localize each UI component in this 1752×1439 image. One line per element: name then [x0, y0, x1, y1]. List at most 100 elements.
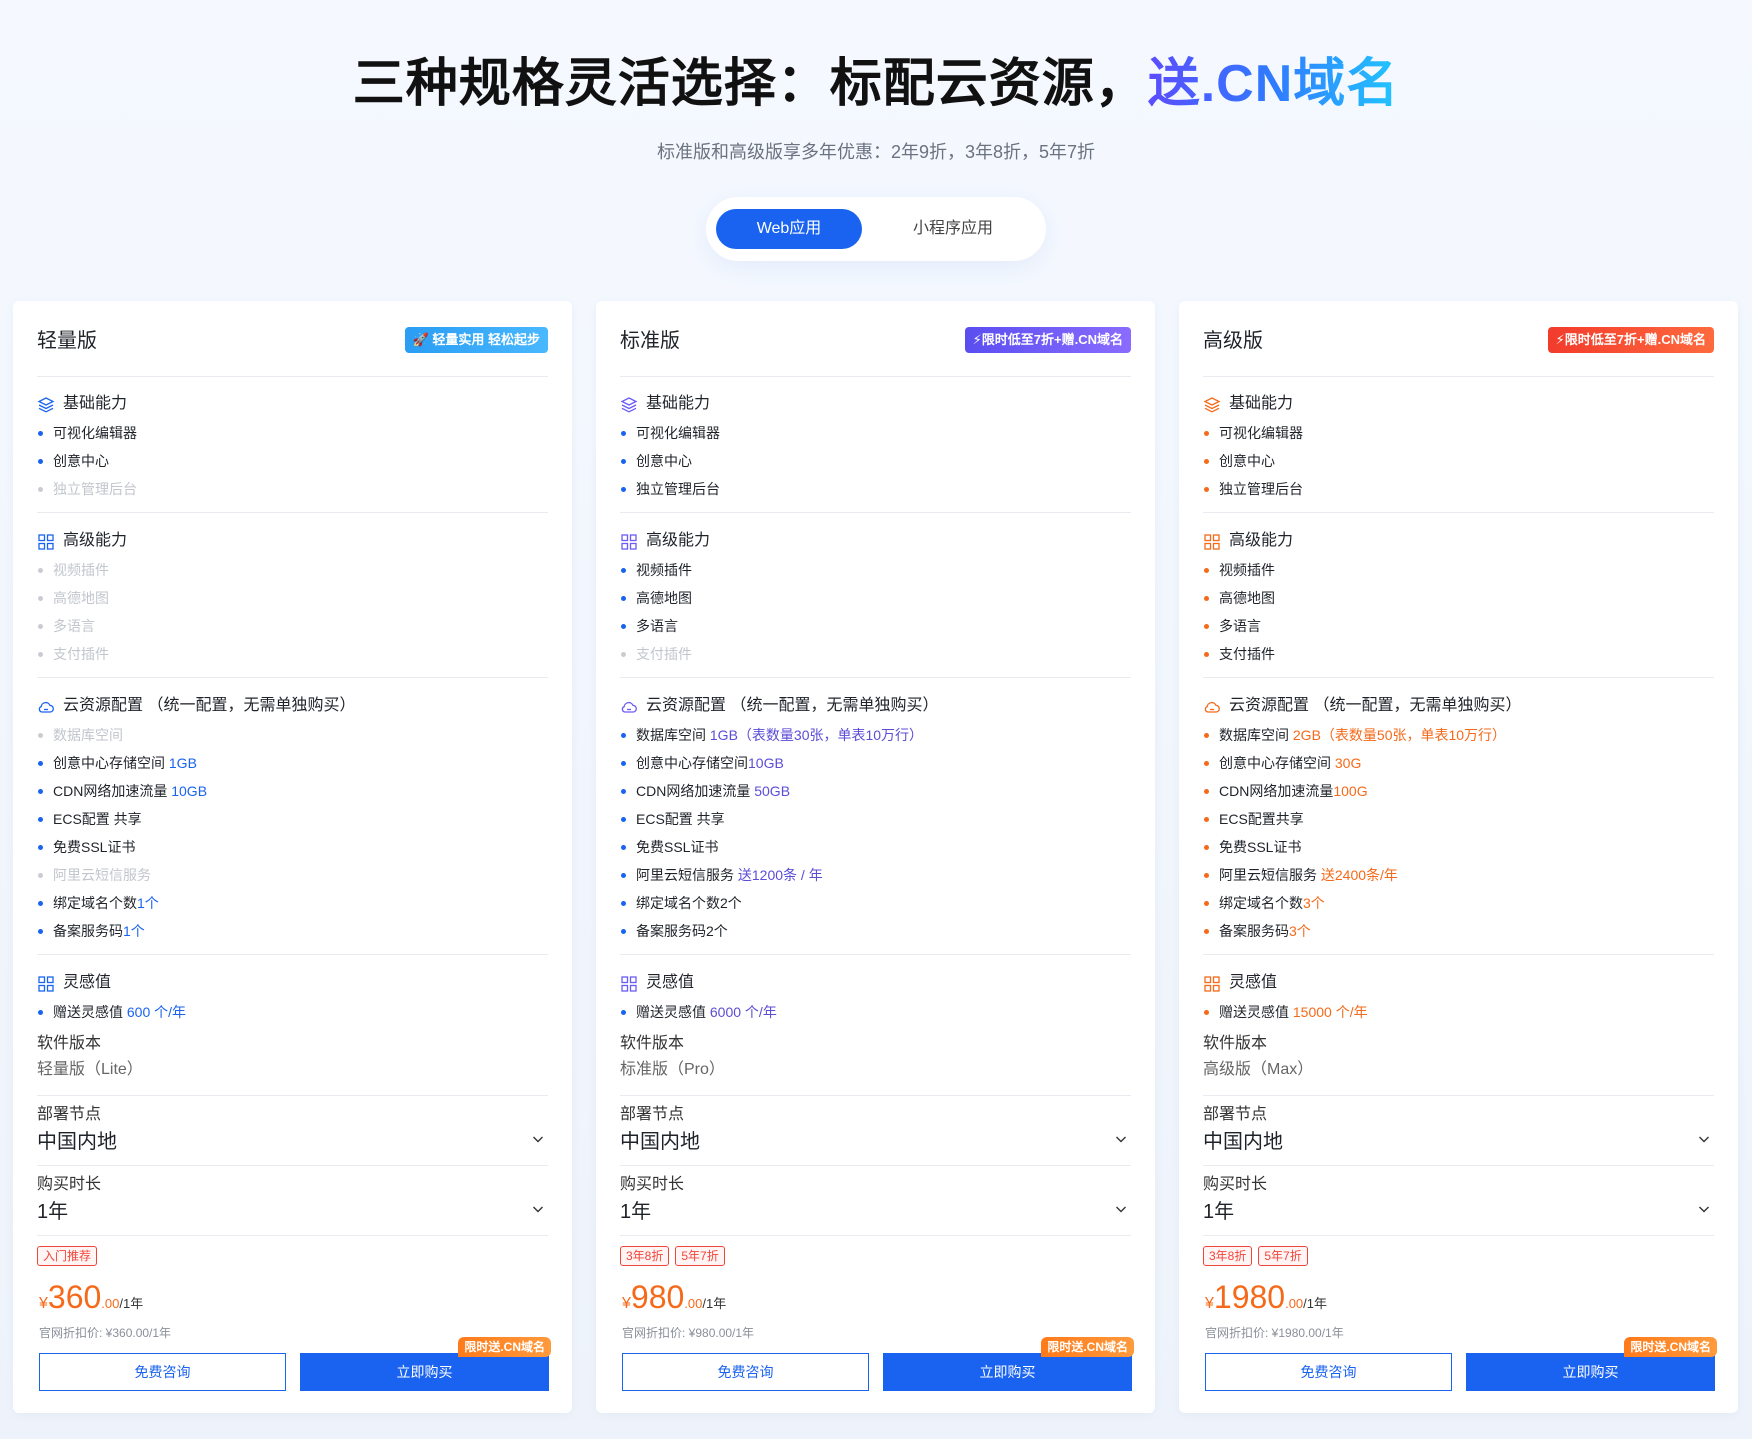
- plan-card: 轻量版 🚀 轻量实用 轻松起步 基础能力 可视化编辑器 创意中心 独立管理后台 高级…: [13, 301, 572, 1413]
- feature-item: 创意中心: [620, 447, 1131, 475]
- feature-item: ECS配置 共享: [37, 805, 548, 833]
- feature-item: 支付插件: [37, 640, 548, 668]
- feature-item: 赠送灵感值 15000 个/年: [1203, 998, 1714, 1026]
- chevron-down-icon[interactable]: [1698, 1132, 1710, 1144]
- duration-label: 购买时长: [1203, 1176, 1268, 1193]
- chevron-down-icon[interactable]: [1115, 1202, 1127, 1214]
- divider: [620, 677, 1131, 678]
- tab-web-app[interactable]: Web应用: [716, 209, 862, 249]
- section-title: 灵感值: [646, 974, 695, 991]
- feature-item: 阿里云短信服务: [37, 861, 548, 889]
- chevron-down-icon[interactable]: [532, 1132, 544, 1144]
- free-consult-button[interactable]: 免费咨询: [39, 1353, 286, 1391]
- feature-item: 视频插件: [1203, 556, 1714, 584]
- discount-badge: 入门推荐: [37, 1246, 98, 1266]
- tab-mini-program[interactable]: 小程序应用: [880, 209, 1026, 249]
- app-type-switch: Web应用 小程序应用: [706, 197, 1046, 261]
- duration-select[interactable]: 购买时长 1年: [620, 1166, 1131, 1236]
- feature-item: 赠送灵感值 600 个/年: [37, 998, 548, 1026]
- price: ¥1980.00/1年: [1205, 1279, 1328, 1315]
- basic-section: 基础能力 可视化编辑器 创意中心 独立管理后台: [1203, 389, 1714, 503]
- version-value: 高级版（Max）: [1203, 1061, 1314, 1078]
- grid-icon: [620, 532, 638, 550]
- feature-item: 阿里云短信服务 送2400条/年: [1203, 861, 1714, 889]
- plan-promo-tag: ⚡限时低至7折+赠.CN域名: [1547, 327, 1714, 353]
- advanced-section: 高级能力 视频插件 高德地图 多语言 支付插件: [620, 526, 1131, 668]
- feature-item: 支付插件: [620, 640, 1131, 668]
- section-title: 高级能力: [63, 532, 128, 549]
- node-label: 部署节点: [620, 1106, 685, 1123]
- feature-item: CDN网络加速流量 50GB: [620, 777, 1131, 805]
- feature-item: 备案服务码1个: [37, 917, 548, 945]
- free-consult-button[interactable]: 免费咨询: [1205, 1353, 1452, 1391]
- section-title: 云资源配置 （统一配置，无需单独购买）: [1229, 697, 1522, 714]
- discount-badge: 3年8折: [620, 1246, 670, 1266]
- feature-item: 免费SSL证书: [620, 833, 1131, 861]
- section-title: 高级能力: [646, 532, 711, 549]
- promo-ribbon: 限时送.CN域名: [458, 1337, 551, 1357]
- feature-item: 多语言: [620, 612, 1131, 640]
- divider: [37, 512, 548, 513]
- feature-item: 创意中心: [37, 447, 548, 475]
- free-consult-button[interactable]: 免费咨询: [622, 1353, 869, 1391]
- price: ¥980.00/1年: [622, 1279, 727, 1315]
- feature-item: 备案服务码2个: [620, 917, 1131, 945]
- node-select[interactable]: 部署节点 中国内地: [620, 1096, 1131, 1166]
- discount-badges: 3年8折 5年7折: [1203, 1246, 1308, 1266]
- buy-now-button[interactable]: 立即购买: [883, 1353, 1132, 1391]
- chevron-down-icon[interactable]: [1698, 1202, 1710, 1214]
- feature-item: 阿里云短信服务 送1200条 / 年: [620, 861, 1131, 889]
- node-label: 部署节点: [37, 1106, 102, 1123]
- feature-item: 多语言: [37, 612, 548, 640]
- divider: [620, 512, 1131, 513]
- promo-ribbon: 限时送.CN域名: [1041, 1337, 1134, 1357]
- feature-item: ECS配置 共享: [620, 805, 1131, 833]
- feature-item: 视频插件: [620, 556, 1131, 584]
- discount-badge: 5年7折: [675, 1246, 725, 1266]
- version-label: 软件版本: [1203, 1035, 1268, 1052]
- feature-item: 创意中心存储空间 30G: [1203, 749, 1714, 777]
- cloud-icon: [37, 697, 55, 715]
- layers-icon: [620, 395, 638, 413]
- plan-promo-tag: ⚡限时低至7折+赠.CN域名: [964, 327, 1131, 353]
- basic-section: 基础能力 可视化编辑器 创意中心 独立管理后台: [37, 389, 548, 503]
- divider: [37, 677, 548, 678]
- feature-item: 高德地图: [620, 584, 1131, 612]
- card-header: 轻量版 🚀 轻量实用 轻松起步: [37, 325, 548, 377]
- inspiration-section: 灵感值 赠送灵感值 15000 个/年: [1203, 968, 1714, 1026]
- grid-icon: [37, 532, 55, 550]
- chevron-down-icon[interactable]: [1115, 1132, 1127, 1144]
- section-title: 灵感值: [1229, 974, 1278, 991]
- feature-item: 免费SSL证书: [1203, 833, 1714, 861]
- grid-icon: [1203, 974, 1221, 992]
- chevron-down-icon[interactable]: [532, 1202, 544, 1214]
- original-price: 官网折扣价: ¥1980.00/1年: [1205, 1326, 1344, 1340]
- duration-select[interactable]: 购买时长 1年: [37, 1166, 548, 1236]
- feature-item: 创意中心存储空间 1GB: [37, 749, 548, 777]
- feature-item: 高德地图: [37, 584, 548, 612]
- layers-icon: [1203, 395, 1221, 413]
- node-value: 中国内地: [37, 1131, 117, 1153]
- inspiration-section: 灵感值 赠送灵感值 600 个/年: [37, 968, 548, 1026]
- section-title: 基础能力: [646, 395, 711, 412]
- basic-section: 基础能力 可视化编辑器 创意中心 独立管理后台: [620, 389, 1131, 503]
- feature-item: 高德地图: [1203, 584, 1714, 612]
- buy-now-button[interactable]: 立即购买: [300, 1353, 549, 1391]
- buy-now-button[interactable]: 立即购买: [1466, 1353, 1715, 1391]
- version-section: 软件版本 轻量版（Lite）: [37, 1032, 548, 1082]
- divider: [1203, 512, 1714, 513]
- plan-name: 轻量版: [37, 330, 97, 352]
- version-section: 软件版本 标准版（Pro）: [620, 1032, 1131, 1082]
- discount-badge: 3年8折: [1203, 1246, 1253, 1266]
- grid-icon: [1203, 532, 1221, 550]
- discount-badge: 5年7折: [1258, 1246, 1308, 1266]
- node-select[interactable]: 部署节点 中国内地: [37, 1096, 548, 1166]
- feature-item: 赠送灵感值 6000 个/年: [620, 998, 1131, 1026]
- duration-value: 1年: [37, 1201, 69, 1223]
- node-select[interactable]: 部署节点 中国内地: [1203, 1096, 1714, 1166]
- version-label: 软件版本: [37, 1035, 102, 1052]
- plan-card: 高级版 ⚡限时低至7折+赠.CN域名 基础能力 可视化编辑器 创意中心 独立管理后台…: [1179, 301, 1738, 1413]
- divider: [1203, 677, 1714, 678]
- cloud-section: 云资源配置 （统一配置，无需单独购买） 数据库空间 2GB（表数量50张，单表1…: [1203, 691, 1714, 945]
- duration-select[interactable]: 购买时长 1年: [1203, 1166, 1714, 1236]
